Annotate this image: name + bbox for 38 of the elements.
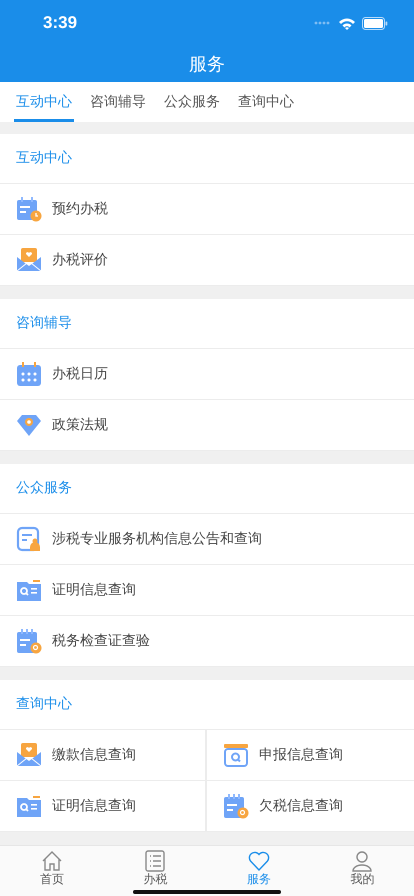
status-time: 3:39	[43, 13, 78, 33]
nav-tab[interactable]: 首页	[0, 846, 104, 896]
service-item[interactable]: 税务检查证查验	[0, 616, 414, 667]
list-icon	[144, 850, 166, 872]
page-title: 服务	[189, 52, 225, 76]
person-icon	[351, 850, 374, 872]
notepad-search-icon	[16, 628, 42, 654]
service-item[interactable]: 预约办税	[0, 184, 414, 235]
wifi-icon	[338, 16, 356, 30]
home-icon	[40, 850, 63, 872]
service-item[interactable]: 缴款信息查询	[0, 730, 207, 781]
window-search-icon	[223, 742, 249, 768]
section-title: 互动中心	[16, 149, 72, 168]
section-title: 查询中心	[16, 695, 72, 714]
envelope-heart-icon	[16, 742, 42, 768]
category-tab[interactable]: 咨询辅导	[88, 82, 148, 122]
category-tab[interactable]: 公众服务	[162, 82, 222, 122]
document-person-icon	[16, 526, 42, 552]
nav-tab[interactable]: 办税	[104, 846, 207, 896]
service-item[interactable]: 欠税信息查询	[207, 780, 414, 832]
section-title: 公众服务	[16, 479, 72, 498]
notepad-search-icon	[223, 792, 249, 819]
nav-tab[interactable]: 我的	[310, 846, 414, 896]
service-item[interactable]: 证明信息查询	[0, 564, 414, 616]
calendar-icon	[16, 360, 42, 387]
service-item[interactable]: 办税评价	[0, 234, 414, 286]
calendar-clock-icon	[16, 196, 42, 222]
service-item[interactable]: 申报信息查询	[207, 730, 414, 781]
envelope-heart-icon	[16, 246, 42, 273]
battery-icon	[362, 16, 388, 30]
service-item[interactable]: 办税日历	[0, 348, 414, 400]
category-tab[interactable]: 查询中心	[236, 82, 296, 122]
signal-icon	[314, 21, 332, 25]
service-item[interactable]: 政策法规	[0, 400, 414, 451]
heart-icon	[248, 850, 270, 872]
service-item[interactable]: 证明信息查询	[0, 780, 207, 832]
service-item[interactable]: 涉税专业服务机构信息公告和查询	[0, 514, 414, 565]
section-title: 咨询辅导	[16, 314, 72, 332]
